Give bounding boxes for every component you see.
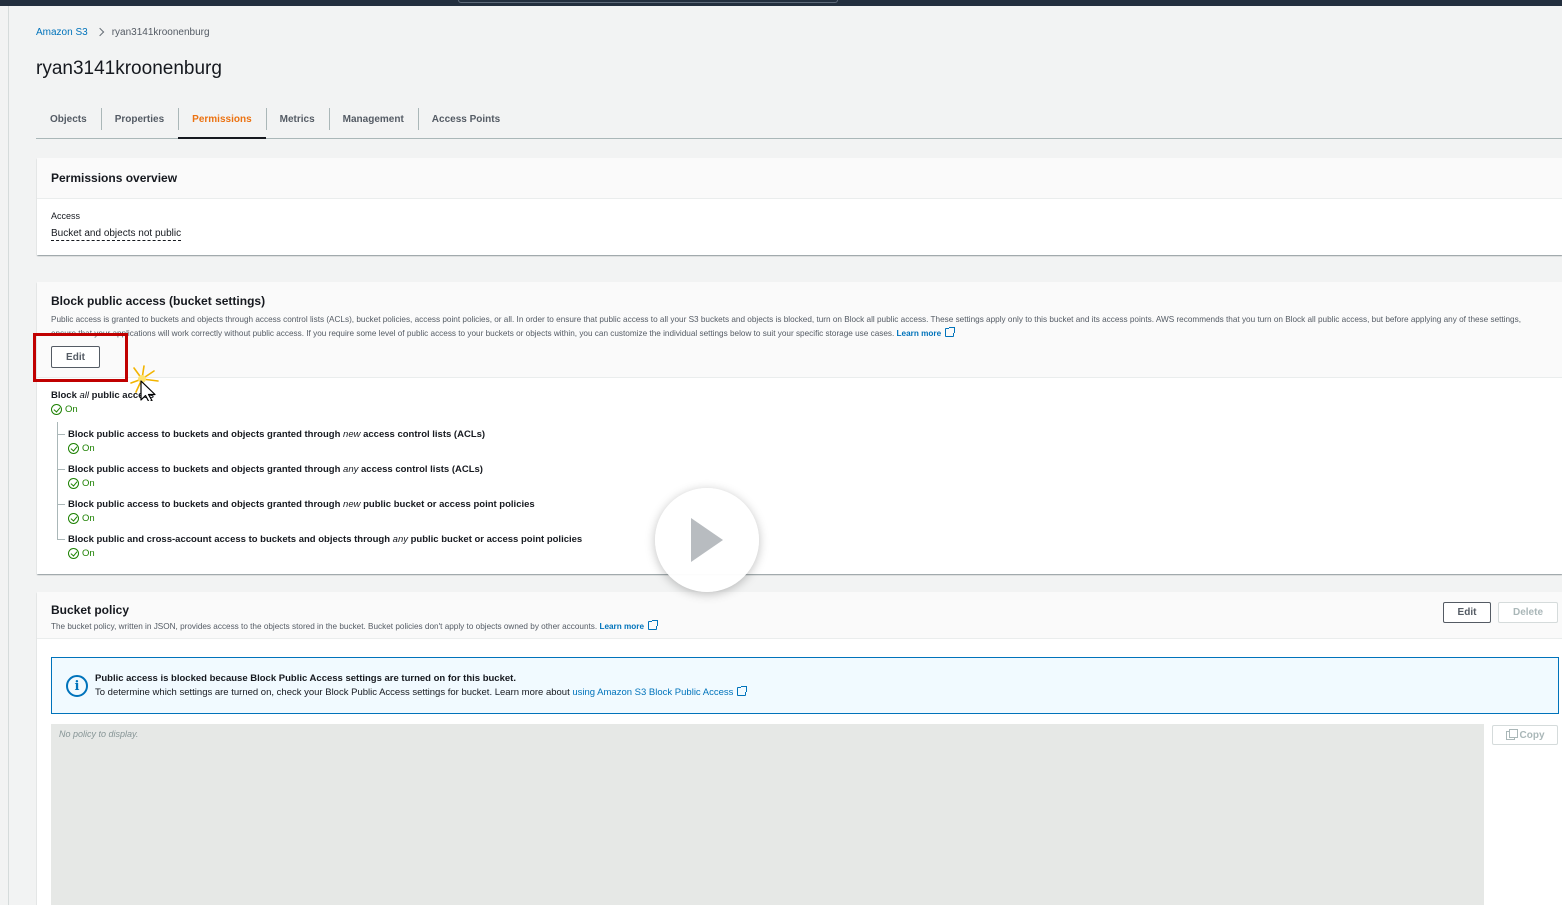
setting-text-em: new bbox=[343, 499, 361, 510]
setting-text-post: public bucket or access point policies bbox=[360, 499, 535, 510]
tab-bar: Objects Properties Permissions Metrics M… bbox=[36, 100, 1562, 139]
setting-text-em: any bbox=[343, 464, 359, 475]
bucket-policy-edit-button[interactable]: Edit bbox=[1443, 602, 1491, 623]
permissions-overview-header: Permissions overview bbox=[37, 158, 1562, 199]
setting-text-em: all bbox=[79, 390, 90, 401]
setting-any-acls-status: On bbox=[68, 478, 95, 489]
settings-tree-branch bbox=[57, 504, 65, 505]
settings-tree-line bbox=[57, 422, 58, 540]
block-public-access-docs-link[interactable]: using Amazon S3 Block Public Access bbox=[572, 687, 733, 698]
status-text: On bbox=[82, 478, 95, 489]
policy-empty-text: No policy to display. bbox=[59, 729, 139, 739]
block-all-public-access-status: On bbox=[51, 404, 78, 415]
copy-label: Copy bbox=[1519, 729, 1545, 741]
block-public-access-title: Block public access (bucket settings) bbox=[51, 294, 266, 308]
info-alert: i Public access is blocked because Block… bbox=[51, 657, 1559, 714]
settings-tree-branch bbox=[57, 434, 65, 435]
setting-new-policies-status: On bbox=[68, 513, 95, 524]
breadcrumb-root-link[interactable]: Amazon S3 bbox=[36, 27, 88, 38]
play-icon bbox=[691, 518, 723, 562]
edit-highlight-box bbox=[33, 333, 128, 382]
setting-new-acls-status: On bbox=[68, 443, 95, 454]
info-icon: i bbox=[66, 675, 88, 697]
setting-text-post: public bucket or access point policies bbox=[407, 534, 583, 545]
settings-tree-branch bbox=[57, 469, 65, 470]
external-link-icon bbox=[737, 686, 748, 696]
access-label: Access bbox=[51, 211, 81, 221]
setting-any-policies-status: On bbox=[68, 548, 95, 559]
tab-permissions[interactable]: Permissions bbox=[178, 100, 267, 139]
block-public-access-header: Block public access (bucket settings) Pu… bbox=[37, 282, 1562, 378]
setting-text-em: new bbox=[343, 429, 361, 440]
setting-text-post: access control lists (ACLs) bbox=[358, 464, 483, 475]
permissions-overview-title: Permissions overview bbox=[51, 171, 178, 185]
bucket-policy-header: Bucket policy The bucket policy, written… bbox=[37, 592, 1562, 639]
info-alert-body: To determine which settings are turned o… bbox=[95, 687, 570, 698]
status-text: On bbox=[82, 548, 95, 559]
block-public-access-description: Public access is granted to buckets and … bbox=[51, 313, 1541, 341]
bucket-policy-panel: Bucket policy The bucket policy, written… bbox=[37, 592, 1562, 905]
check-circle-icon bbox=[68, 443, 79, 454]
block-public-access-learn-more-link[interactable]: Learn more bbox=[897, 329, 942, 338]
settings-tree-branch bbox=[57, 539, 65, 540]
status-text: On bbox=[65, 404, 78, 415]
policy-editor[interactable]: No policy to display. bbox=[51, 724, 1484, 905]
setting-text-pre: Block public access to buckets and objec… bbox=[68, 464, 344, 475]
check-circle-icon bbox=[68, 548, 79, 559]
bucket-policy-description-text: The bucket policy, written in JSON, prov… bbox=[51, 622, 598, 631]
video-play-button[interactable] bbox=[655, 488, 759, 592]
permissions-overview-panel: Permissions overview Access Bucket and o… bbox=[37, 158, 1562, 255]
info-alert-text: To determine which settings are turned o… bbox=[95, 686, 748, 698]
setting-text-post: access control lists (ACLs) bbox=[360, 429, 486, 440]
breadcrumb-current: ryan3141kroonenburg bbox=[111, 26, 210, 38]
check-circle-icon bbox=[51, 404, 62, 415]
status-text: On bbox=[82, 513, 95, 524]
setting-new-acls-label: Block public access to buckets and objec… bbox=[68, 429, 485, 440]
setting-new-policies-label: Block public access to buckets and objec… bbox=[68, 499, 535, 510]
main-content: Amazon S3 ryan3141kroonenburg ryan3141kr… bbox=[0, 0, 1562, 905]
copy-icon bbox=[1505, 728, 1518, 740]
setting-any-acls-label: Block public access to buckets and objec… bbox=[68, 464, 483, 475]
check-circle-icon bbox=[68, 478, 79, 489]
bucket-policy-title: Bucket policy bbox=[51, 603, 130, 617]
setting-text-pre: Block public and cross-account access to… bbox=[68, 534, 393, 545]
copy-policy-button[interactable]: Copy bbox=[1492, 725, 1558, 745]
check-circle-icon bbox=[68, 513, 79, 524]
access-value[interactable]: Bucket and objects not public bbox=[51, 228, 182, 241]
tab-objects[interactable]: Objects bbox=[36, 100, 101, 138]
setting-text-pre: Block public access to buckets and objec… bbox=[68, 429, 344, 440]
bucket-policy-learn-more-link[interactable]: Learn more bbox=[599, 622, 644, 631]
setting-text-pre: Block bbox=[51, 390, 80, 401]
block-public-access-description-text: Public access is granted to buckets and … bbox=[51, 315, 1521, 338]
setting-any-policies-label: Block public and cross-account access to… bbox=[68, 534, 582, 545]
tab-properties[interactable]: Properties bbox=[100, 100, 178, 138]
setting-text-pre: Block public access to buckets and objec… bbox=[68, 499, 344, 510]
tab-metrics[interactable]: Metrics bbox=[265, 100, 329, 138]
status-text: On bbox=[82, 443, 95, 454]
external-link-icon bbox=[648, 620, 659, 630]
setting-text-em: any bbox=[392, 534, 408, 545]
click-burst-cursor-icon bbox=[130, 365, 159, 401]
info-alert-title: Public access is blocked because Block P… bbox=[95, 673, 516, 684]
bucket-policy-delete-button[interactable]: Delete bbox=[1498, 602, 1558, 623]
page-title: ryan3141kroonenburg bbox=[36, 58, 222, 79]
tab-access-points[interactable]: Access Points bbox=[417, 100, 514, 138]
block-public-access-panel: Block public access (bucket settings) Pu… bbox=[37, 282, 1562, 574]
breadcrumb: Amazon S3 ryan3141kroonenburg bbox=[36, 25, 210, 39]
chevron-right-icon bbox=[95, 27, 104, 37]
tab-management[interactable]: Management bbox=[328, 100, 418, 138]
bucket-policy-description: The bucket policy, written in JSON, prov… bbox=[51, 620, 1548, 631]
external-link-icon bbox=[945, 327, 956, 337]
